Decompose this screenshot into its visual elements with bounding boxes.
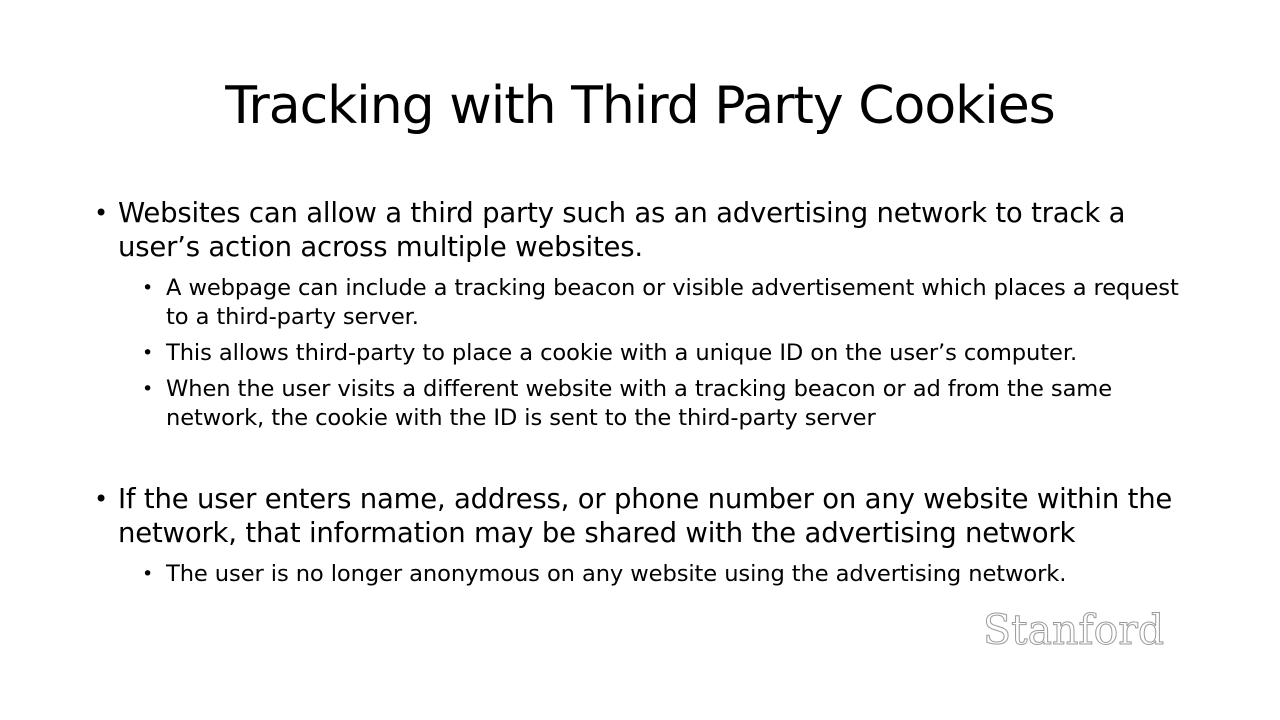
bullet-list: • Websites can allow a third party such …: [94, 196, 1194, 589]
sub-bullet-text: When the user visits a different website…: [166, 376, 1113, 431]
bullet-text: If the user enters name, address, or pho…: [118, 483, 1173, 549]
sub-bullet-icon: •: [142, 563, 154, 585]
sub-bullet-icon: •: [142, 277, 154, 299]
bullet-point: • Websites can allow a third party such …: [94, 196, 1194, 264]
slide: Tracking with Third Party Cookies • Webs…: [0, 0, 1280, 720]
sub-bullet-icon: •: [142, 342, 154, 364]
bullet-icon: •: [94, 485, 108, 513]
stanford-logo: Stanford: [982, 606, 1165, 655]
sub-bullet-text: A webpage can include a tracking beacon …: [166, 275, 1179, 330]
sub-bullet-text: This allows third-party to place a cooki…: [166, 340, 1078, 366]
sub-bullet-text: The user is no longer anonymous on any w…: [166, 561, 1067, 587]
sub-bullet-point: • When the user visits a different websi…: [142, 375, 1194, 433]
slide-title: Tracking with Third Party Cookies: [225, 76, 1056, 136]
bullet-text: Websites can allow a third party such as…: [118, 197, 1126, 263]
sub-bullet-point: • A webpage can include a tracking beaco…: [142, 274, 1194, 332]
sub-bullet-point: • The user is no longer anonymous on any…: [142, 560, 1194, 589]
sub-bullet-point: • This allows third-party to place a coo…: [142, 339, 1194, 368]
bullet-point: • If the user enters name, address, or p…: [94, 482, 1194, 550]
bullet-icon: •: [94, 199, 108, 227]
sub-bullet-icon: •: [142, 378, 154, 400]
